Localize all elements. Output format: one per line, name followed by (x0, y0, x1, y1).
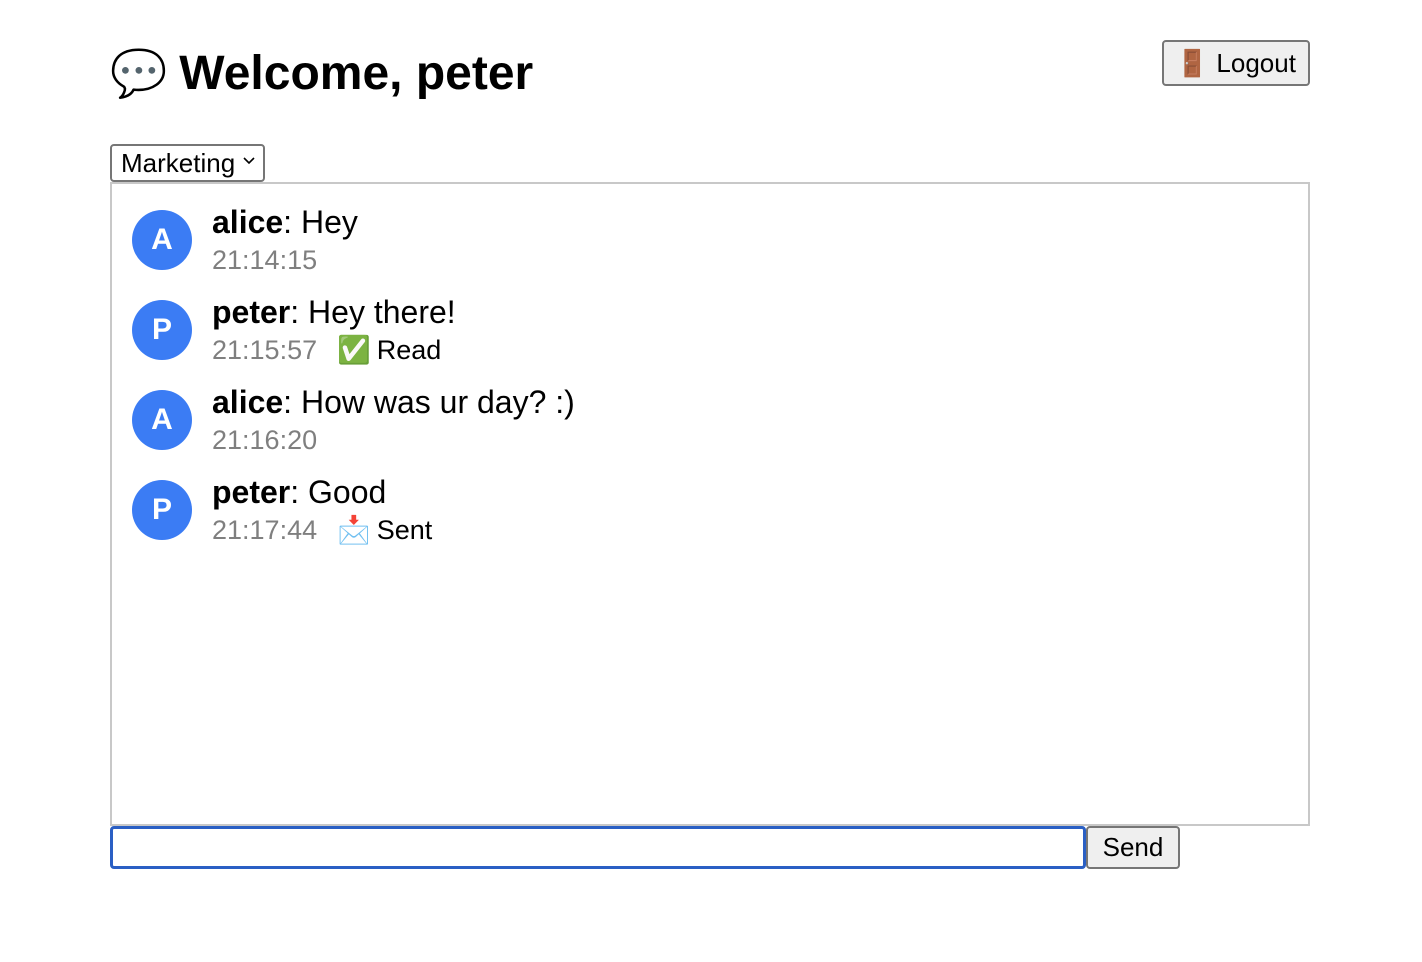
send-button[interactable]: Send (1086, 826, 1180, 869)
message-input[interactable] (110, 826, 1086, 869)
avatar: A (132, 390, 192, 450)
message-body: peter: Hey there! 21:15:57 ✅ Read (212, 292, 456, 368)
sent-status: 📩 Sent (337, 512, 432, 548)
logout-label: Logout (1216, 47, 1296, 78)
message-author: alice (212, 384, 284, 420)
message-line: alice: How was ur day? :) (212, 384, 575, 420)
status-label: Read (376, 335, 442, 365)
message-author: alice (212, 204, 284, 240)
room-select-value: Marketing (121, 147, 236, 178)
message-list[interactable]: A alice: Hey 21:14:15 P peter: Hey there… (110, 182, 1310, 826)
chat-page: 💬 Welcome, peter 🚪 Logout Marketing A al… (0, 0, 1422, 962)
message-item: P peter: Good 21:17:44 📩 Sent (132, 472, 432, 548)
chevron-down-icon (243, 157, 255, 165)
page-header: 💬 Welcome, peter (110, 38, 533, 108)
room-select[interactable]: Marketing (110, 144, 266, 182)
message-timestamp: 21:16:20 (212, 425, 318, 455)
door-icon: 🚪 (1176, 47, 1209, 78)
message-body: alice: How was ur day? :) 21:16:20 (212, 382, 575, 458)
message-meta: 21:17:44 📩 Sent (212, 512, 432, 548)
message-text: How was ur day? :) (300, 384, 575, 420)
message-text: Hey there! (308, 294, 456, 330)
speech-balloon-icon: 💬 (110, 47, 168, 99)
message-timestamp: 21:15:57 (212, 335, 318, 365)
message-text: Good (308, 474, 387, 510)
message-author: peter (212, 294, 291, 330)
envelope-icon: 📩 (337, 515, 371, 545)
message-line: peter: Hey there! (212, 294, 456, 330)
read-status: ✅ Read (337, 332, 441, 368)
message-meta: 21:16:20 (212, 422, 575, 458)
message-author: peter (212, 474, 291, 510)
page-title: Welcome, peter (179, 46, 534, 100)
message-line: alice: Hey (212, 204, 358, 240)
message-meta: 21:15:57 ✅ Read (212, 332, 456, 368)
avatar: P (132, 480, 192, 540)
message-body: alice: Hey 21:14:15 (212, 202, 358, 278)
message-body: peter: Good 21:17:44 📩 Sent (212, 472, 432, 548)
message-text: Hey (300, 204, 358, 240)
message-item: A alice: How was ur day? :) 21:16:20 (132, 382, 575, 458)
message-line: peter: Good (212, 474, 387, 510)
avatar: A (132, 210, 192, 270)
message-timestamp: 21:17:44 (212, 515, 318, 545)
check-mark-icon: ✅ (337, 335, 371, 365)
logout-button[interactable]: 🚪 Logout (1162, 40, 1310, 86)
status-label: Sent (376, 515, 433, 545)
message-item: P peter: Hey there! 21:15:57 ✅ Read (132, 292, 456, 368)
avatar: P (132, 300, 192, 360)
message-timestamp: 21:14:15 (212, 245, 318, 275)
message-item: A alice: Hey 21:14:15 (132, 202, 358, 278)
message-meta: 21:14:15 (212, 242, 358, 278)
